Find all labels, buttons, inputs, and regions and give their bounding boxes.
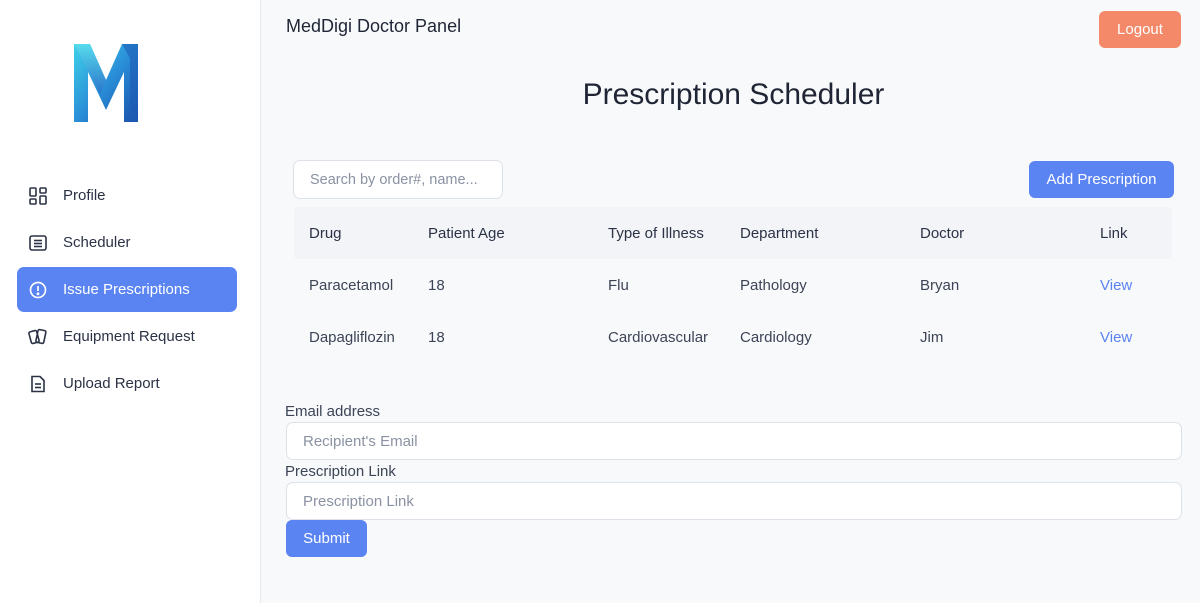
table-row: Paracetamol 18 Flu Pathology Bryan View	[294, 259, 1172, 311]
logout-button[interactable]: Logout	[1099, 11, 1181, 48]
page-title: Prescription Scheduler	[582, 78, 885, 111]
table-header: Drug Patient Age Type of Illness Departm…	[294, 207, 1172, 259]
cell-patient-age: 18	[428, 328, 445, 346]
sidebar: Profile Scheduler Issue Prescriptions Eq…	[0, 0, 261, 603]
cell-patient-age: 18	[428, 276, 445, 294]
prescription-table: Drug Patient Age Type of Illness Departm…	[294, 207, 1172, 363]
alert-circle-icon	[27, 279, 49, 301]
file-icon	[27, 373, 49, 395]
cell-doctor: Jim	[920, 328, 944, 346]
cell-drug: Dapagliflozin	[309, 328, 395, 346]
view-link[interactable]: View	[1085, 277, 1172, 294]
sidebar-item-upload-report[interactable]: Upload Report	[17, 361, 237, 406]
submit-button[interactable]: Submit	[286, 520, 367, 557]
sidebar-item-scheduler[interactable]: Scheduler	[17, 220, 237, 265]
sidebar-item-issue-prescriptions[interactable]: Issue Prescriptions	[17, 267, 237, 312]
cell-drug: Paracetamol	[309, 276, 394, 294]
prescription-link-label: Prescription Link	[285, 463, 396, 480]
column-header: Department	[740, 224, 819, 242]
sidebar-item-label: Issue Prescriptions	[63, 281, 190, 298]
panel-title: MedDigi Doctor Panel	[286, 16, 462, 36]
cell-doctor: Bryan	[920, 276, 960, 294]
cards-icon	[27, 326, 49, 348]
column-header: Drug	[309, 224, 342, 242]
column-header: Doctor	[920, 224, 965, 242]
add-prescription-button[interactable]: Add Prescription	[1029, 161, 1174, 198]
cell-illness: Cardiovascular	[608, 328, 709, 346]
sidebar-item-label: Equipment Request	[63, 328, 195, 345]
main-content: MedDigi Doctor Panel Logout Prescription…	[262, 0, 1200, 603]
view-link[interactable]: View	[1085, 329, 1172, 346]
sidebar-item-label: Profile	[63, 187, 106, 204]
sidebar-nav: Profile Scheduler Issue Prescriptions Eq…	[17, 173, 237, 408]
sidebar-item-profile[interactable]: Profile	[17, 173, 237, 218]
search-input[interactable]	[293, 160, 503, 199]
meddigi-logo	[64, 36, 148, 132]
column-header: Link	[1100, 224, 1128, 242]
cell-department: Cardiology	[740, 328, 812, 346]
dashboard-grid-icon	[27, 185, 49, 207]
cell-illness: Flu	[608, 276, 629, 294]
sidebar-item-label: Upload Report	[63, 375, 160, 392]
column-header: Type of Illness	[608, 224, 704, 242]
email-field[interactable]	[286, 422, 1182, 460]
prescription-link-field[interactable]	[286, 482, 1182, 520]
list-document-icon	[27, 232, 49, 254]
sidebar-item-label: Scheduler	[63, 234, 131, 251]
email-label: Email address	[285, 403, 381, 420]
sidebar-item-equipment-request[interactable]: Equipment Request	[17, 314, 237, 359]
cell-department: Pathology	[740, 276, 807, 294]
table-row: Dapagliflozin 18 Cardiovascular Cardiolo…	[294, 311, 1172, 363]
column-header: Patient Age	[428, 224, 505, 242]
